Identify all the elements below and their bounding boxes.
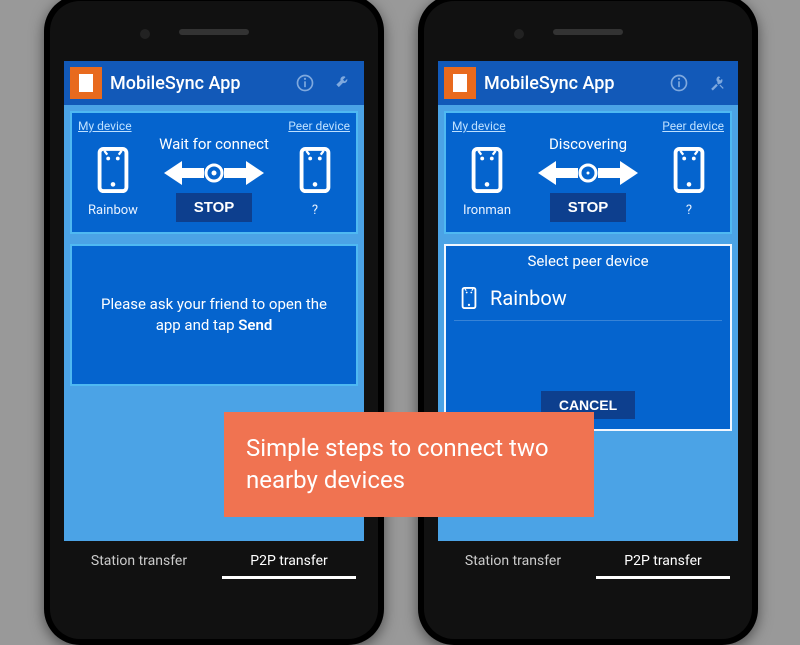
phone-bezel: MobileSync App My device Peer device xyxy=(50,1,378,639)
tools-icon[interactable] xyxy=(702,68,732,98)
peer-select-panel: Select peer device Rainbow CANCEL xyxy=(444,244,732,431)
my-device-name: Ironman xyxy=(463,203,511,218)
speaker-grille xyxy=(179,29,249,35)
instruction-bold: Send xyxy=(238,316,272,334)
bidirectional-arrow-icon xyxy=(538,159,638,187)
peer-device-link[interactable]: Peer device xyxy=(288,119,350,133)
phone-icon xyxy=(458,284,480,312)
my-device-col: Rainbow xyxy=(78,139,148,218)
connect-panel: My device Peer device Ironman Discoverin… xyxy=(444,111,732,234)
bidirectional-arrow-icon xyxy=(164,159,264,187)
tab-station-transfer[interactable]: Station transfer xyxy=(64,541,214,581)
tab-p2p-transfer[interactable]: P2P transfer xyxy=(588,541,738,581)
tab-station-transfer[interactable]: Station transfer xyxy=(438,541,588,581)
speaker-grille xyxy=(553,29,623,35)
peer-device-col: ? xyxy=(654,139,724,218)
app-logo-icon xyxy=(444,67,476,99)
app-logo-icon xyxy=(70,67,102,99)
app-title: MobileSync App xyxy=(110,73,282,94)
peer-select-title: Select peer device xyxy=(454,252,722,270)
stop-button[interactable]: STOP xyxy=(176,193,253,222)
phone-left: MobileSync App My device Peer device xyxy=(44,0,384,645)
phone-right: MobileSync App My device Peer device xyxy=(418,0,758,645)
phone-bezel: MobileSync App My device Peer device xyxy=(424,1,752,639)
bottom-tabs: Station transfer P2P transfer xyxy=(64,541,364,581)
front-sensor xyxy=(514,29,524,39)
stop-button[interactable]: STOP xyxy=(550,193,627,222)
peer-device-link[interactable]: Peer device xyxy=(662,119,724,133)
my-device-col: Ironman xyxy=(452,139,522,218)
phone-icon xyxy=(291,139,339,201)
app-header: MobileSync App xyxy=(438,61,738,105)
my-device-link[interactable]: My device xyxy=(452,119,506,133)
tab-p2p-transfer[interactable]: P2P transfer xyxy=(214,541,364,581)
instruction-panel: Please ask your friend to open the app a… xyxy=(70,244,358,386)
peer-device-col: ? xyxy=(280,139,350,218)
bottom-tabs: Station transfer P2P transfer xyxy=(438,541,738,581)
phone-icon xyxy=(89,139,137,201)
caption-overlay: Simple steps to connect two nearby devic… xyxy=(224,412,594,517)
peer-item-label: Rainbow xyxy=(490,286,567,310)
phone-icon xyxy=(665,139,713,201)
wrench-icon[interactable] xyxy=(328,68,358,98)
peer-list-item[interactable]: Rainbow xyxy=(454,276,722,321)
connect-panel: My device Peer device Rainbow Wait for c… xyxy=(70,111,358,234)
connect-status: Discovering xyxy=(549,135,627,153)
peer-device-name: ? xyxy=(686,203,692,218)
info-icon[interactable] xyxy=(290,68,320,98)
my-device-name: Rainbow xyxy=(88,203,138,218)
front-sensor xyxy=(140,29,150,39)
info-icon[interactable] xyxy=(664,68,694,98)
app-title: MobileSync App xyxy=(484,73,656,94)
phone-icon xyxy=(463,139,511,201)
instruction-text: Please ask your friend to open the app a… xyxy=(101,295,327,334)
peer-device-name: ? xyxy=(312,203,318,218)
peer-list-empty-space xyxy=(454,321,722,391)
app-header: MobileSync App xyxy=(64,61,364,105)
my-device-link[interactable]: My device xyxy=(78,119,132,133)
connect-status: Wait for connect xyxy=(159,135,269,153)
